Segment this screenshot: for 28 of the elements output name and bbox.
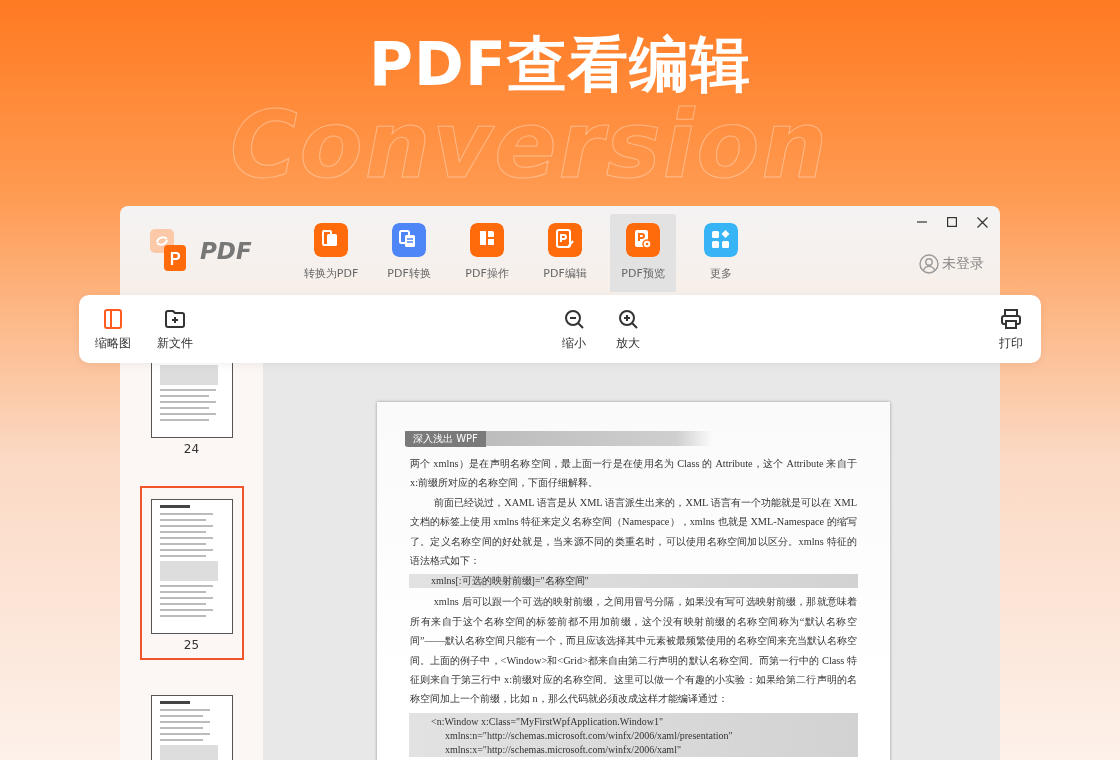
page-number: 24 (183, 442, 200, 456)
user-icon (919, 254, 939, 274)
banner-title: PDF查看编辑 (369, 28, 751, 94)
maximize-icon[interactable] (947, 217, 957, 227)
tool-tab[interactable]: PDF编辑 (532, 214, 598, 292)
zoom-out-button[interactable]: 缩小 (560, 304, 588, 354)
page-thumbnail[interactable]: 25 (139, 486, 244, 660)
tool-tab[interactable]: PDF预览 (610, 214, 676, 292)
backdrop-lettering: Conversion (230, 100, 829, 192)
zoom-in-button[interactable]: 放大 (614, 304, 642, 354)
running-head: 深入浅出 WPF (405, 430, 486, 447)
thumbnails-button[interactable]: 缩略图 (93, 304, 133, 354)
page-thumbnail[interactable]: 24 (139, 363, 244, 464)
page-number: 25 (183, 638, 200, 652)
code-line: xmlns[:可选的映射前缀]="名称空间" (431, 574, 590, 589)
tool-tab[interactable]: PDF转换 (376, 214, 442, 292)
tool-tab[interactable]: 更多 (688, 214, 754, 292)
code-line: xmlns:n="http://schemas.microsoft.com/winfx/2006/xaml/presentation" (444, 728, 734, 743)
tool-tab[interactable]: PDF操作 (454, 214, 520, 292)
new-file-button[interactable]: 新文件 (155, 304, 195, 354)
tool-tab[interactable]: 转换为PDF (298, 214, 364, 292)
code-line: xmlns:x="http://schemas.microsoft.com/winfx/2006/xaml" (444, 742, 682, 757)
body-paragraph: xmlns 后可以跟一个可选的映射前缀，之间用冒号分隔，如果没有写可选映射前缀，那就意味着所有来自于这个名称空间的标签前都不用加前缀，这个没有映射前缀的名称空间称为“默认名称空间”——默认名称空间只能有一个，而且应该选择其中元素被最频繁使用的名称空间来充当默认名称空间。上面的例子中，<Window>和<Grid>都来自由第二行声明的默认名称空间。而第一行中的 Class 特征则来自于第三行中 x:前缀对应的名称空间。这里可以做一个有趣的小实验：如果给第二行声明的名称空间加上一个前缀，比如 n，那么代码就必须改成这样才能编译通过： (410, 595, 857, 707)
body-paragraph: 两个 xmlns）是在声明名称空间，最上面一行是在使用名为 Class 的 Attribute，这个 Attribute 来自于 x:前缀所对应的名称空间，下面仔细解释。 (410, 457, 857, 491)
app-logo-text: PDF (200, 237, 252, 264)
code-line: <n:Window x:Class="MyFirstWpfApplication.Window1" (431, 714, 664, 729)
close-icon[interactable] (977, 216, 988, 228)
print-button[interactable]: 打印 (997, 304, 1025, 354)
